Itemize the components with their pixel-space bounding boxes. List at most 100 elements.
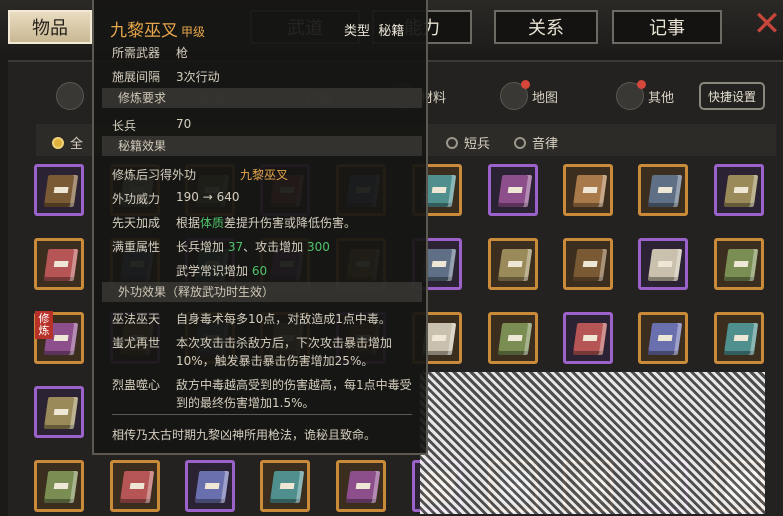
section-skill: 外功效果（释放武功时生效） (102, 282, 422, 302)
radio-icon (446, 136, 458, 149)
book-label-icon (733, 187, 749, 193)
req-label: 长兵 (112, 119, 137, 133)
book-icon (723, 249, 759, 281)
item-type: 类型 秘籍 (344, 24, 405, 39)
close-icon[interactable]: ✕ (752, 6, 782, 42)
book-label-icon (53, 335, 69, 341)
book-label-icon (279, 483, 295, 489)
item-grade: 甲级 (181, 25, 206, 39)
book-icon (572, 249, 608, 281)
censored-area (420, 372, 765, 514)
item-slot[interactable] (488, 164, 538, 216)
book-icon (572, 323, 608, 355)
item-slot[interactable] (34, 386, 84, 438)
divider (112, 414, 412, 415)
book-icon (43, 397, 79, 429)
book-icon (194, 471, 230, 503)
item-slot[interactable] (34, 164, 84, 216)
book-icon (345, 471, 381, 503)
map-icon (500, 80, 530, 110)
item-tooltip: 九黎巫叉 甲级 类型 秘籍 所需武器 枪 施展间隔 3次行动 修炼要求 长兵 70… (92, 0, 428, 455)
item-slot[interactable] (488, 238, 538, 290)
book-icon (572, 175, 608, 207)
book-icon (43, 249, 79, 281)
filter-all[interactable]: 全 (52, 133, 83, 152)
book-icon (269, 471, 305, 503)
book-label-icon (431, 261, 447, 267)
interval-label: 施展间隔 (112, 70, 161, 84)
filter-label: 短兵 (464, 137, 491, 152)
effect-1-text: 自身毒术每多10点，对敌造成1点中毒。 (176, 312, 391, 326)
full-line-2: 武学常识增加 60 (176, 264, 268, 278)
filter-short-weapon[interactable]: 短兵 (446, 133, 490, 152)
filter-label: 全 (70, 137, 84, 152)
effect-3-text-1: 敌方中毒越高受到的伤害越高，每1点中毒受 (176, 378, 412, 392)
effect-2-label: 蚩尤再世 (112, 336, 161, 350)
item-slot[interactable] (563, 164, 613, 216)
category-label: 地图 (532, 90, 559, 106)
section-requirement: 修炼要求 (102, 88, 422, 108)
category-other[interactable]: 其他 (616, 76, 674, 116)
book-icon (497, 175, 533, 207)
learn-label: 修炼后习得外功 (112, 168, 197, 182)
book-label-icon (431, 187, 447, 193)
tab-relations[interactable]: 关系 (494, 10, 598, 44)
book-icon (647, 249, 683, 281)
cultivate-tag: 修炼 (35, 311, 53, 339)
req-weapon-label: 所需武器 (112, 46, 161, 60)
category-scroll[interactable] (56, 76, 84, 116)
effect-1-label: 巫法巫天 (112, 312, 161, 326)
filter-music[interactable]: 音律 (514, 133, 558, 152)
item-slot[interactable] (34, 460, 84, 512)
book-label-icon (507, 335, 523, 341)
effect-3-text-2: 到的最终伤害增加1.5%。 (176, 396, 315, 410)
item-slot[interactable] (714, 238, 764, 290)
full-line-1: 长兵增加 37、攻击增加 300 (176, 240, 330, 254)
item-slot[interactable] (110, 460, 160, 512)
book-label-icon (53, 261, 69, 267)
book-label-icon (733, 261, 749, 267)
notification-dot (637, 80, 646, 89)
item-slot[interactable] (488, 312, 538, 364)
item-description: 相传乃太古时期九黎凶神所用枪法，诡秘且致命。 (112, 428, 377, 442)
item-slot[interactable] (185, 460, 235, 512)
book-label-icon (204, 483, 220, 489)
book-icon (647, 323, 683, 355)
power-value: 190 → 640 (176, 190, 240, 204)
tab-journal[interactable]: 记事 (612, 10, 722, 44)
book-label-icon (53, 409, 69, 415)
book-icon (119, 471, 155, 503)
category-map[interactable]: 地图 (500, 76, 558, 116)
book-label-icon (582, 335, 598, 341)
item-slot[interactable] (638, 312, 688, 364)
full-label: 满重属性 (112, 240, 161, 254)
radio-icon (514, 136, 526, 149)
book-label-icon (355, 483, 371, 489)
book-icon (647, 175, 683, 207)
book-label-icon (53, 187, 69, 193)
item-slot[interactable] (260, 460, 310, 512)
tab-items[interactable]: 物品 (8, 10, 92, 44)
book-label-icon (129, 483, 145, 489)
filter-label: 音律 (532, 137, 559, 152)
item-slot[interactable] (563, 238, 613, 290)
book-label-icon (657, 335, 673, 341)
item-slot[interactable] (563, 312, 613, 364)
book-label-icon (507, 261, 523, 267)
item-slot[interactable] (336, 460, 386, 512)
quick-setting-button[interactable]: 快捷设置 (699, 82, 765, 110)
notification-dot (521, 80, 530, 89)
item-slot[interactable] (714, 164, 764, 216)
learn-value: 九黎巫叉 (240, 168, 289, 182)
req-value: 70 (176, 117, 192, 131)
item-slot[interactable] (34, 238, 84, 290)
item-slot[interactable] (638, 164, 688, 216)
item-title: 九黎巫叉 甲级 (110, 21, 206, 41)
req-weapon-value: 枪 (176, 46, 189, 60)
book-label-icon (431, 335, 447, 341)
book-icon (43, 175, 79, 207)
item-slot[interactable] (714, 312, 764, 364)
item-slot[interactable]: 修炼 (34, 311, 84, 364)
book-label-icon (733, 335, 749, 341)
item-slot[interactable] (638, 238, 688, 290)
